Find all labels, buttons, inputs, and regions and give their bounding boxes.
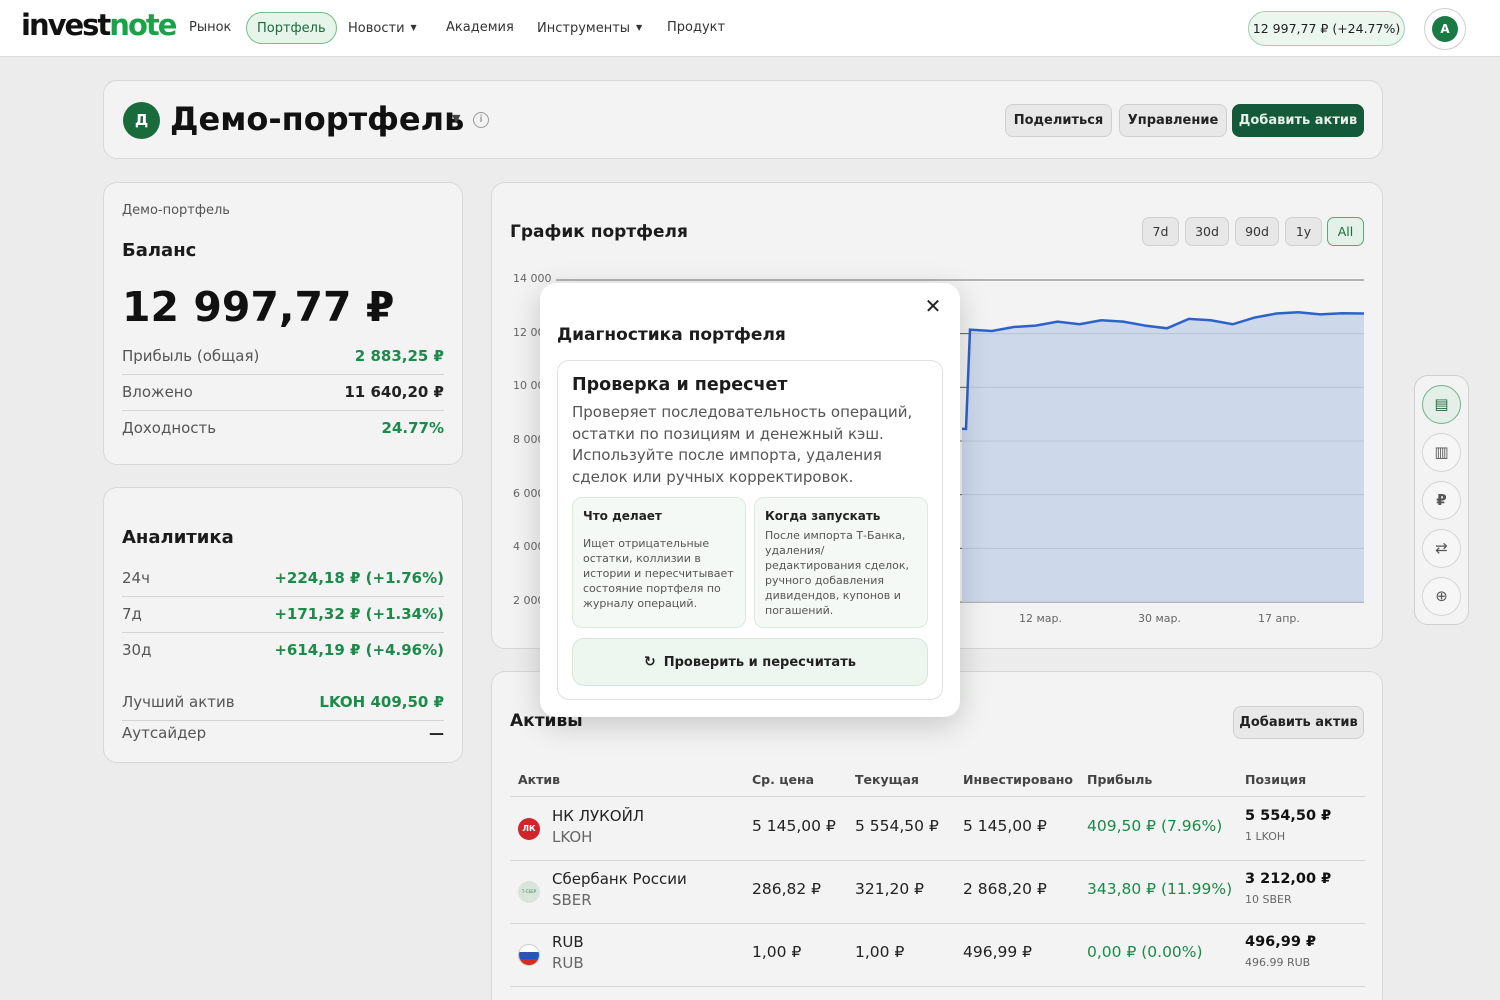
nav-product[interactable]: Продукт bbox=[657, 12, 735, 44]
nav-news-label: Новости bbox=[348, 21, 405, 36]
chevron-down-icon: ▼ bbox=[410, 23, 417, 32]
when-to-run-box: Когда запускать После импорта Т-Банка, у… bbox=[754, 497, 928, 628]
user-avatar-button[interactable]: A bbox=[1424, 8, 1466, 50]
nav-academy[interactable]: Академия bbox=[436, 12, 524, 44]
recalc-description: Проверяет последовательность операций, о… bbox=[572, 403, 913, 486]
what-it-does-box: Что делает Ищет отрицательные остатки, к… bbox=[572, 497, 746, 628]
what-it-does-title: Что делает bbox=[583, 509, 662, 523]
top-navigation-bar: investnote Рынок Портфель Новости ▼ Акаде… bbox=[0, 0, 1500, 57]
chevron-down-icon: ▼ bbox=[636, 23, 643, 32]
run-button-label: Проверить и пересчитать bbox=[663, 655, 856, 670]
recalc-title: Проверка и пересчет bbox=[572, 375, 788, 395]
nav-market[interactable]: Рынок bbox=[179, 12, 241, 44]
dialog-title: Диагностика портфеля bbox=[557, 325, 786, 345]
close-icon[interactable]: ✕ bbox=[922, 295, 944, 317]
nav-portfolio[interactable]: Портфель bbox=[246, 12, 337, 44]
nav-tools[interactable]: Инструменты ▼ bbox=[527, 12, 652, 44]
refresh-icon: ↻ bbox=[644, 654, 656, 670]
portfolio-diagnostics-dialog: ✕ Диагностика портфеля Проверка и пересч… bbox=[540, 283, 960, 717]
nav-tools-label: Инструменты bbox=[537, 21, 631, 36]
check-and-recalculate-button[interactable]: ↻ Проверить и пересчитать bbox=[572, 638, 928, 686]
recalc-section: Проверка и пересчет Проверяет последоват… bbox=[557, 360, 943, 700]
logo-text-note: note bbox=[109, 8, 177, 42]
investnote-logo[interactable]: investnote bbox=[21, 8, 177, 42]
what-it-does-text: Ищет отрицательные остатки, коллизии в и… bbox=[583, 537, 734, 610]
logo-text-invest: invest bbox=[21, 8, 111, 42]
header-balance-pill[interactable]: 12 997,77 ₽ (+24.77%) bbox=[1248, 11, 1405, 46]
when-to-run-text: После импорта Т-Банка, удаления/ редакти… bbox=[765, 529, 910, 617]
when-to-run-title: Когда запускать bbox=[765, 509, 881, 523]
nav-news[interactable]: Новости ▼ bbox=[338, 12, 427, 44]
avatar: A bbox=[1432, 16, 1458, 42]
